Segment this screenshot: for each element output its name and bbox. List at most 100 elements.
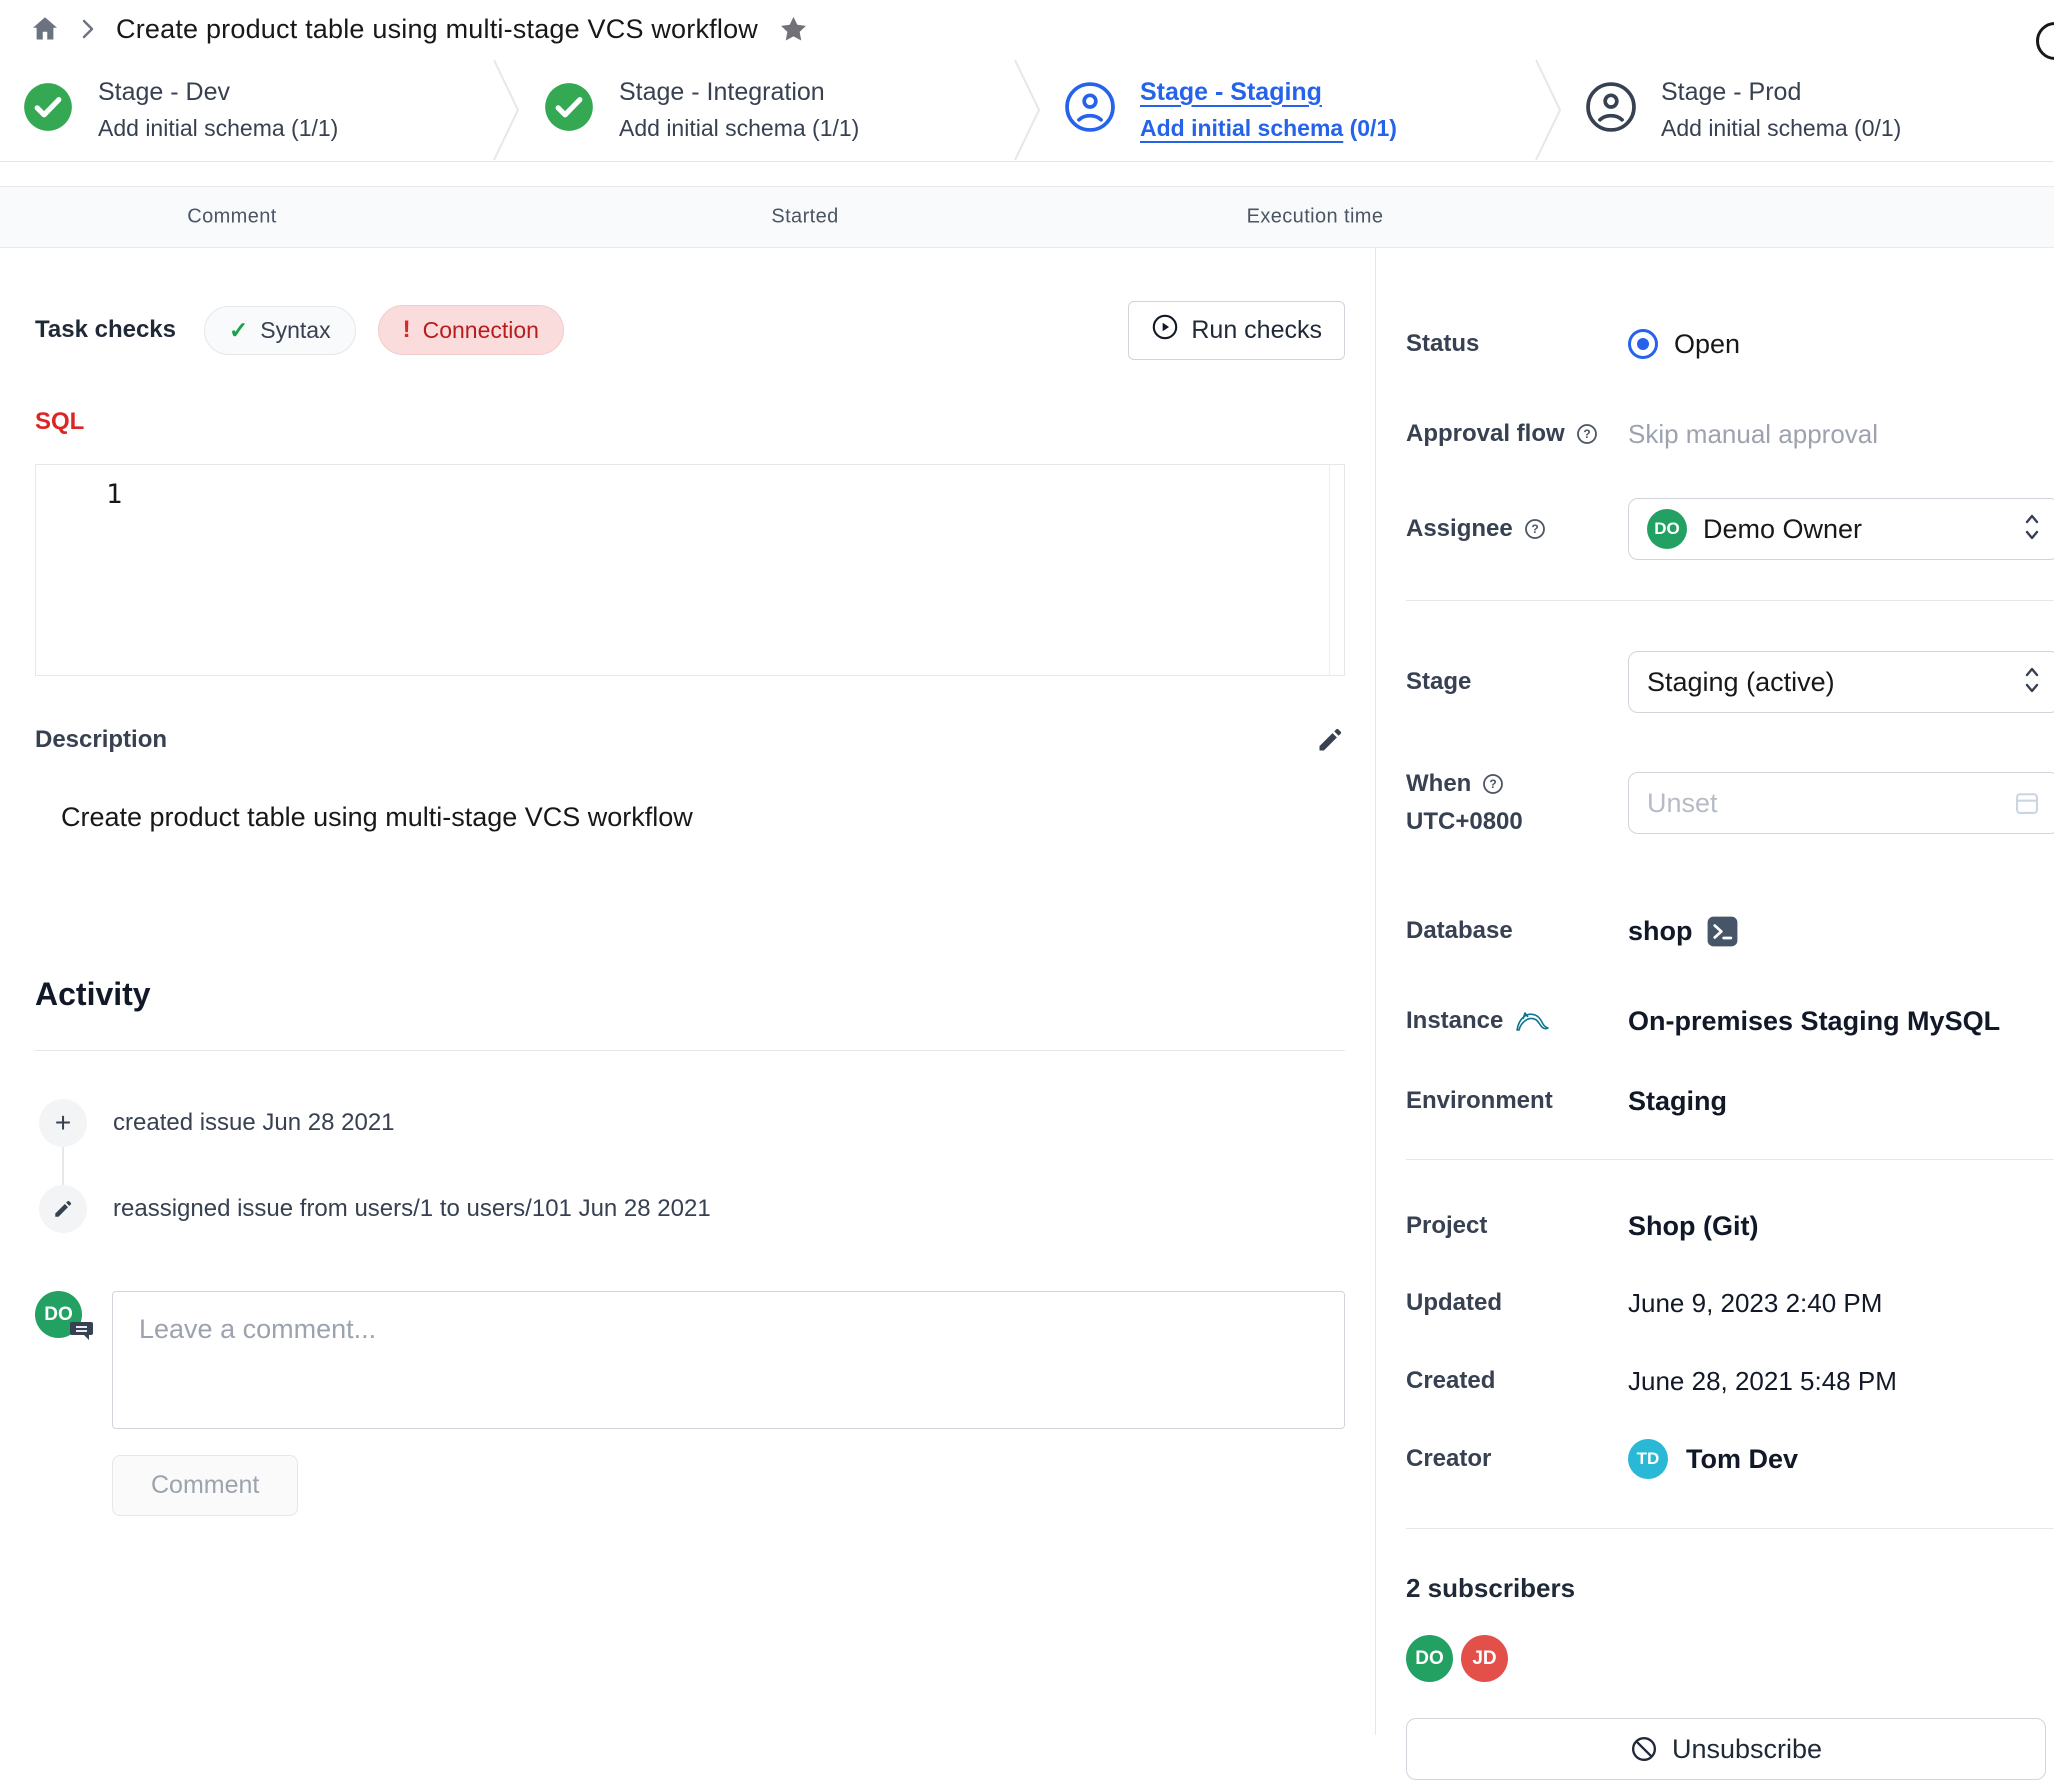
calendar-icon (2013, 789, 2041, 817)
stage-select[interactable]: Staging (active) (1628, 651, 2054, 713)
avatar: TD (1628, 1439, 1668, 1479)
stage-subtitle: Add initial schema (0/1) (1140, 115, 1397, 142)
activity-item: + created issue Jun 28 2021 (35, 1099, 1345, 1147)
comment-button[interactable]: Comment (112, 1455, 298, 1516)
check-error-icon: ! (403, 316, 411, 344)
stage-separator-icon (491, 58, 521, 161)
stage-pipeline: Stage - Dev Add initial schema (1/1) Sta… (0, 58, 2054, 162)
instance-value[interactable]: On-premises Staging MySQL (1628, 1006, 2054, 1037)
approval-flow-row: Approval flow ? Skip manual approval (1406, 416, 2054, 452)
description-text: Create product table using multi-stage V… (35, 802, 1345, 836)
created-value: June 28, 2021 5:48 PM (1628, 1366, 2054, 1397)
stage-item-staging[interactable]: Stage - Staging Add initial schema (0/1) (1042, 58, 1533, 161)
stage-label: Stage (1406, 668, 1628, 696)
stage-title: Stage - Staging (1140, 78, 1397, 107)
updated-value: June 9, 2023 2:40 PM (1628, 1288, 2054, 1319)
when-datepicker[interactable]: Unset (1628, 772, 2054, 834)
activity-timeline: + created issue Jun 28 2021 reassigned i… (35, 1099, 1345, 1233)
stage-item-prod[interactable]: Stage - Prod Add initial schema (0/1) (1563, 58, 2054, 161)
avatar[interactable]: JD (1461, 1635, 1508, 1682)
help-icon[interactable]: ? (1481, 772, 1505, 796)
star-icon[interactable] (778, 14, 809, 45)
svg-text:?: ? (1531, 522, 1538, 536)
comment-input[interactable] (112, 1291, 1345, 1429)
help-icon[interactable]: ? (1575, 422, 1599, 446)
svg-text:?: ? (1583, 427, 1590, 441)
task-table-header: Comment Started Execution time (0, 186, 2054, 248)
sidebar-divider (1406, 1159, 2054, 1160)
project-row: Project Shop (Git) (1406, 1208, 2054, 1244)
pencil-icon (1315, 725, 1345, 755)
unsubscribe-button[interactable]: Unsubscribe (1406, 1718, 2046, 1780)
creator-row: Creator TD Tom Dev (1406, 1434, 2054, 1484)
check-badge-syntax[interactable]: ✓ Syntax (204, 306, 356, 355)
edit-description-button[interactable] (1315, 725, 1345, 755)
database-value[interactable]: shop (1628, 916, 1693, 947)
updated-row: Updated June 9, 2023 2:40 PM (1406, 1286, 2054, 1320)
instance-row: Instance On-premises Staging MySQL (1406, 1001, 2054, 1041)
column-header-comment: Comment (187, 206, 277, 229)
sidebar-divider (1406, 600, 2054, 601)
stage-item-integration[interactable]: Stage - Integration Add initial schema (… (521, 58, 1012, 161)
status-label: Status (1406, 330, 1628, 358)
status-value: Open (1674, 329, 1740, 360)
environment-row: Environment Staging (1406, 1081, 2054, 1121)
stage-title: Stage - Dev (98, 78, 338, 107)
help-icon[interactable]: ? (1523, 517, 1547, 541)
project-value[interactable]: Shop (Git) (1628, 1211, 2054, 1242)
updated-label: Updated (1406, 1289, 1628, 1317)
home-icon[interactable] (30, 14, 60, 44)
sql-editor[interactable]: 1 (35, 464, 1345, 676)
instance-label: Instance (1406, 1006, 1628, 1036)
creator-label: Creator (1406, 1445, 1628, 1473)
person-circle-icon (1585, 81, 1637, 138)
when-placeholder: Unset (1647, 788, 1718, 819)
when-row: When ? UTC+0800 Unset (1406, 757, 2054, 849)
check-pass-icon: ✓ (229, 317, 248, 344)
comment-bubble-icon (69, 1319, 94, 1348)
database-row: Database shop (1406, 911, 2054, 951)
when-label: When ? UTC+0800 (1406, 770, 1628, 836)
activity-item-text: created issue Jun 28 2021 (113, 1109, 395, 1137)
description-header: Description (35, 722, 1345, 758)
stage-title: Stage - Prod (1661, 78, 1901, 107)
task-checks-row: Task checks ✓ Syntax ! Connection Run ch… (35, 304, 1345, 356)
avatar[interactable]: DO (1406, 1635, 1453, 1682)
approval-flow-value: Skip manual approval (1628, 419, 2054, 450)
check-circle-icon (543, 81, 595, 138)
mysql-dolphin-icon (1513, 1006, 1549, 1036)
play-circle-icon (1151, 313, 1179, 348)
assignee-label: Assignee ? (1406, 515, 1628, 543)
check-badge-connection[interactable]: ! Connection (378, 305, 564, 355)
plus-icon: + (39, 1099, 87, 1147)
ban-icon (1630, 1735, 1658, 1763)
sidebar-divider (1406, 1528, 2054, 1529)
svg-text:?: ? (1490, 777, 1497, 791)
creator-value: Tom Dev (1686, 1444, 1798, 1475)
check-circle-icon (22, 81, 74, 138)
created-row: Created June 28, 2021 5:48 PM (1406, 1364, 2054, 1398)
stage-separator-icon (1533, 58, 1563, 161)
chevron-updown-icon (2023, 664, 2041, 701)
approval-flow-label: Approval flow ? (1406, 420, 1628, 448)
sql-console-icon[interactable] (1707, 916, 1738, 947)
status-row: Status Open (1406, 326, 2054, 362)
stage-separator-icon (1012, 58, 1042, 161)
stage-subtitle: Add initial schema (0/1) (1661, 115, 1901, 142)
avatar: DO (1647, 509, 1687, 549)
stage-item-dev[interactable]: Stage - Dev Add initial schema (1/1) (0, 58, 491, 161)
breadcrumb-chevron-icon (80, 17, 96, 41)
stage-title: Stage - Integration (619, 78, 859, 107)
stage-subtitle: Add initial schema (1/1) (619, 115, 859, 142)
stage-select-row: Stage Staging (active) (1406, 651, 2054, 713)
subscribers-heading: 2 subscribers (1406, 1573, 2054, 1607)
editor-scrollbar[interactable] (1329, 465, 1330, 675)
environment-value: Staging (1628, 1086, 2054, 1117)
assignee-value: Demo Owner (1703, 514, 1862, 545)
status-radio[interactable] (1628, 329, 1658, 359)
stage-subtitle: Add initial schema (1/1) (98, 115, 338, 142)
assignee-row: Assignee ? DO Demo Owner (1406, 498, 2054, 560)
assignee-select[interactable]: DO Demo Owner (1628, 498, 2054, 560)
run-checks-button[interactable]: Run checks (1128, 301, 1345, 360)
timeline-connector (62, 1147, 64, 1185)
